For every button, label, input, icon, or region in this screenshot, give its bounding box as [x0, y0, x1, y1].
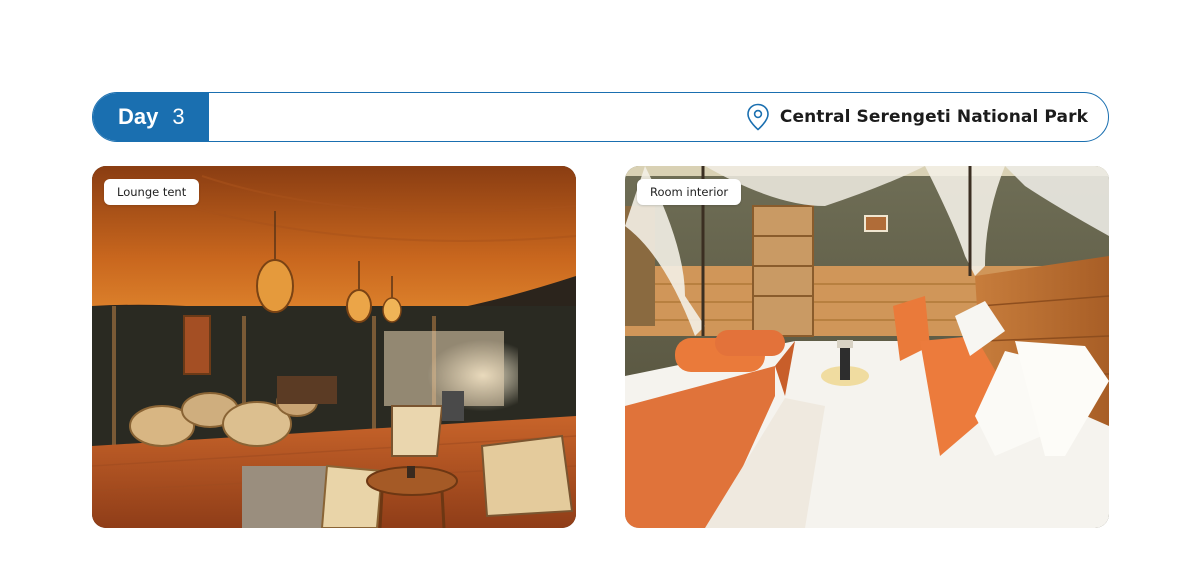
lounge-tent-photo: Lounge tent [92, 166, 576, 528]
photo-caption-room: Room interior [637, 179, 742, 205]
location-name: Central Serengeti National Park [779, 107, 1088, 127]
day-header-bar: Day 3 Central Serengeti National Park [92, 92, 1109, 142]
room-interior-photo: Room interior [625, 166, 1109, 528]
photo-caption-lounge: Lounge tent [104, 179, 200, 205]
day-label: Day [118, 104, 159, 129]
day-number: 3 [172, 104, 185, 129]
lounge-tent-image [92, 166, 576, 528]
room-interior-image [625, 166, 1109, 528]
day-badge: Day 3 [93, 93, 209, 141]
location: Central Serengeti National Park [746, 93, 1088, 141]
map-pin-icon [746, 103, 770, 131]
